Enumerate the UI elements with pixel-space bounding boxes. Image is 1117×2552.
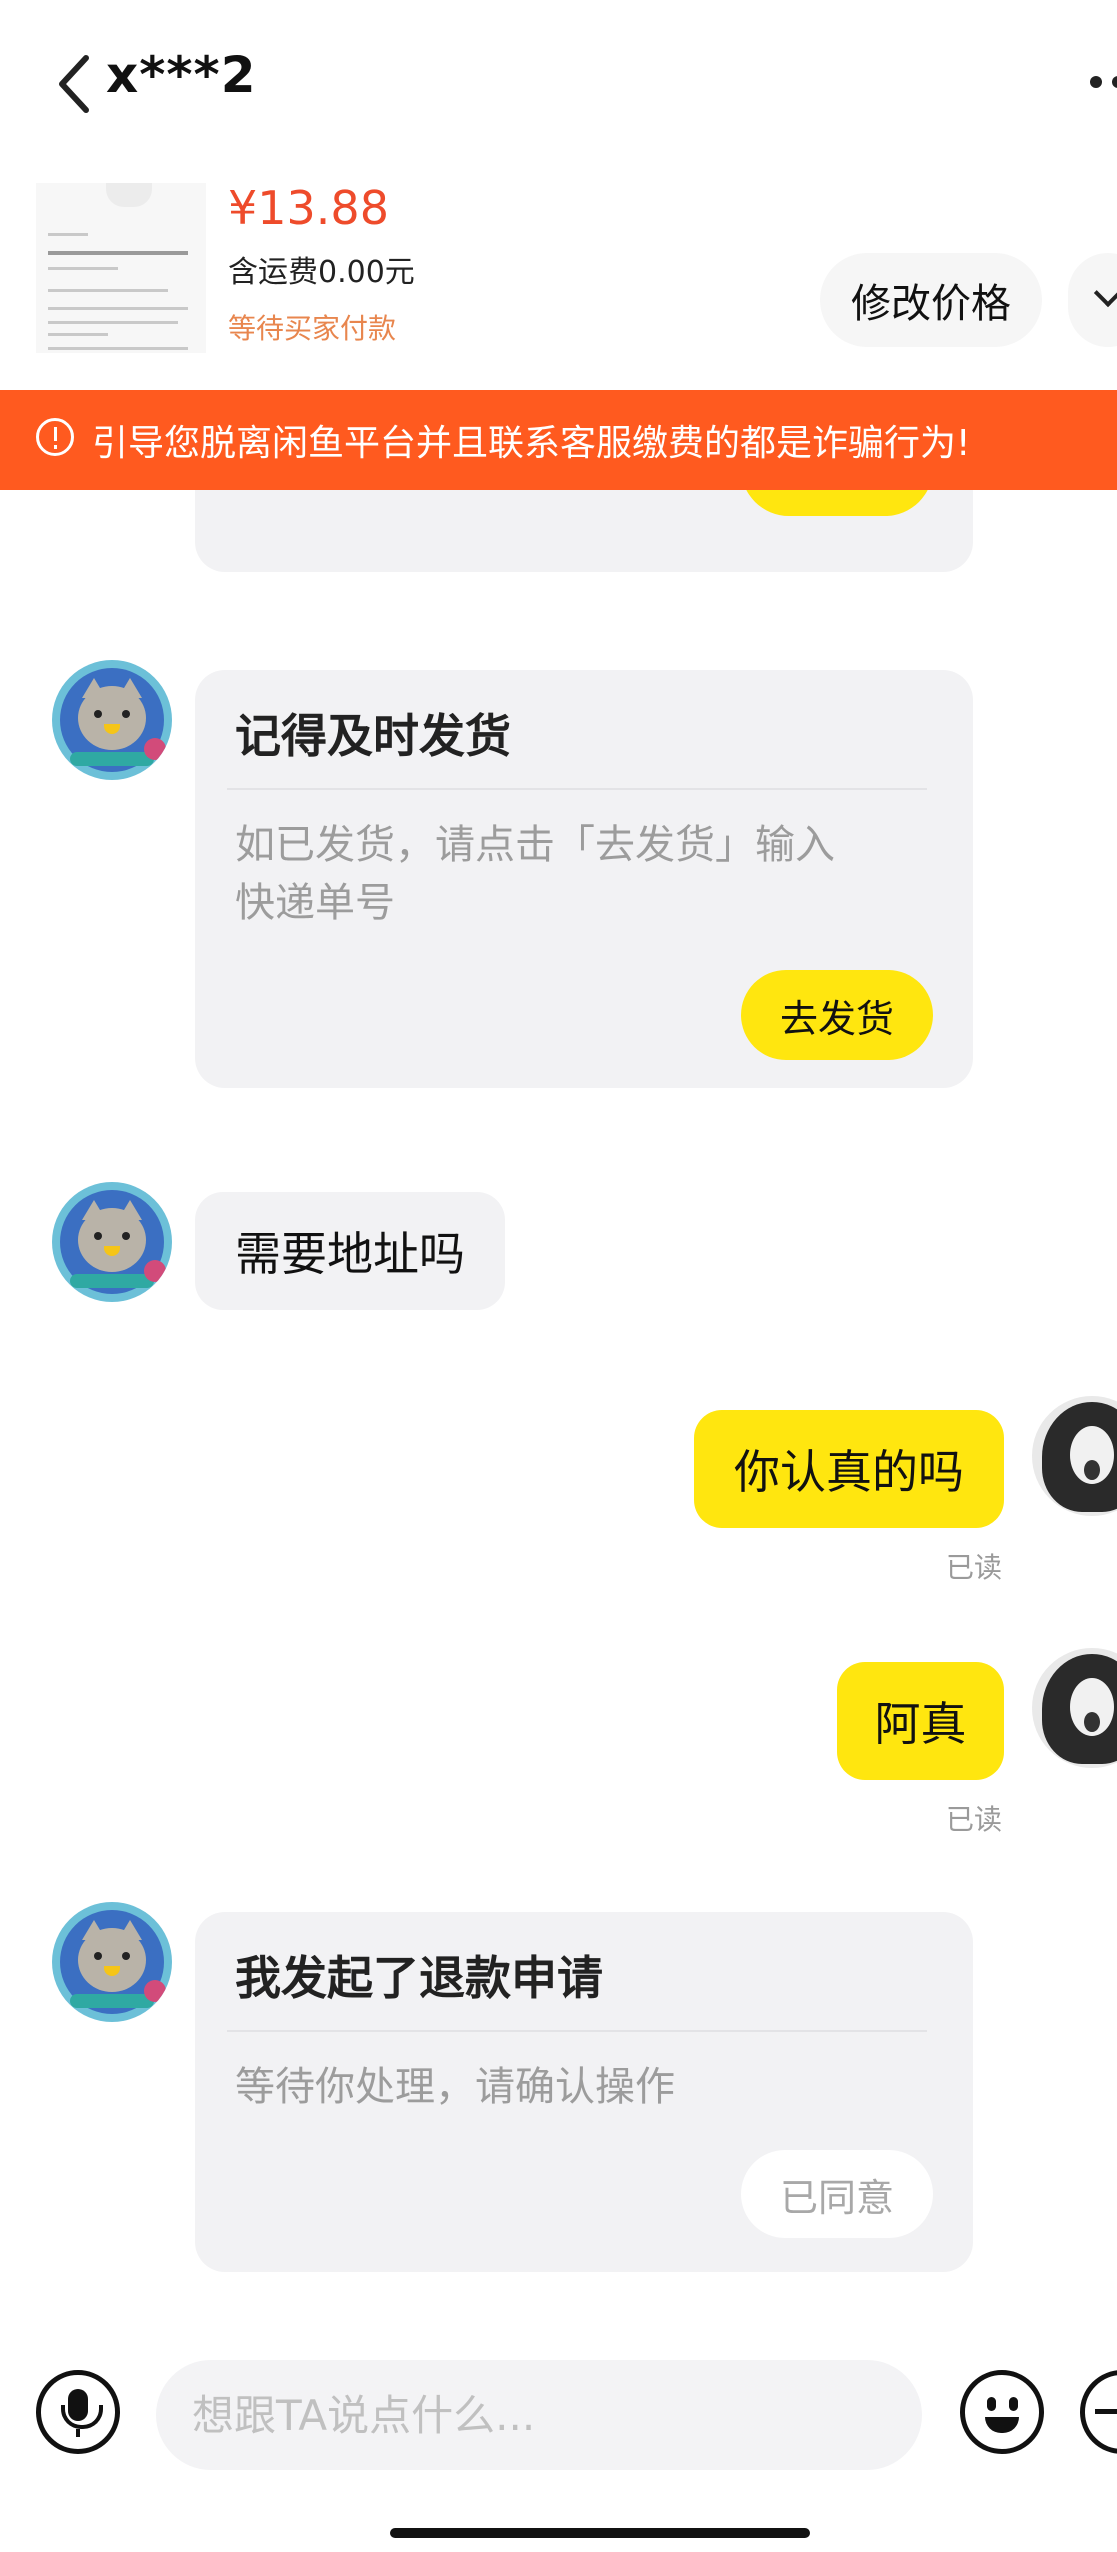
read-status: 已读 — [946, 1551, 1003, 1584]
more-actions-button[interactable] — [1080, 2370, 1117, 2454]
order-status: 等待买家付款 — [228, 312, 397, 345]
ship-reminder-card-partial: 去发货 — [195, 490, 973, 572]
ship-reminder-card: 记得及时发货 如已发货，请点击「去发货」输入 快递单号 去发货 — [195, 670, 973, 1088]
order-price: ¥13.88 — [228, 181, 389, 235]
edit-price-button[interactable]: 修改价格 — [820, 253, 1042, 347]
chat-messages[interactable]: 去发货 记得及时发货 如已发货，请点击「去发货」输入 快递单号 去发货 需要地址… — [0, 490, 1117, 2352]
home-indicator — [390, 2528, 810, 2538]
card-divider — [227, 788, 927, 790]
refund-card-title: 我发起了退款申请 — [235, 1951, 603, 2005]
chat-header: x***2 — [0, 0, 1117, 165]
agreed-button[interactable]: 已同意 — [741, 2150, 933, 2238]
seller-avatar[interactable] — [52, 660, 172, 780]
warning-text: 引导您脱离闲鱼平台并且联系客服缴费的都是诈骗行为! — [92, 423, 971, 464]
read-status: 已读 — [946, 1803, 1003, 1836]
ship-card-body-line1: 如已发货，请点击「去发货」输入 — [235, 822, 835, 868]
more-button[interactable] — [1090, 70, 1117, 94]
refund-request-card: 我发起了退款申请 等待你处理，请确认操作 已同意 — [195, 1912, 973, 2272]
card-divider — [227, 2030, 927, 2032]
shipping-fee: 含运费0.00元 — [228, 255, 415, 290]
my-avatar[interactable] — [1032, 1648, 1117, 1768]
message-input[interactable] — [156, 2360, 922, 2470]
emoji-button[interactable] — [960, 2370, 1044, 2454]
seller-avatar[interactable] — [52, 1182, 172, 1302]
plus-circle-icon — [1095, 2409, 1117, 2414]
ship-card-body-line2: 快递单号 — [235, 880, 395, 926]
voice-button[interactable] — [36, 2370, 120, 2454]
ship-button[interactable]: 去发货 — [741, 970, 933, 1060]
ship-button-partial[interactable]: 去发货 — [741, 490, 933, 516]
product-thumbnail[interactable] — [36, 183, 206, 353]
chevron-left-icon — [59, 55, 89, 113]
message-bubble-sent[interactable]: 阿真 — [837, 1662, 1004, 1780]
chevron-down-icon — [1093, 278, 1117, 308]
back-button[interactable] — [52, 52, 96, 116]
ship-card-title: 记得及时发货 — [235, 709, 511, 763]
message-bubble-sent[interactable]: 你认真的吗 — [694, 1410, 1004, 1528]
my-avatar[interactable] — [1032, 1396, 1117, 1516]
message-bubble-received[interactable]: 需要地址吗 — [195, 1192, 505, 1310]
refund-card-body: 等待你处理，请确认操作 — [235, 2064, 675, 2110]
input-bar — [0, 2352, 1117, 2552]
chat-title: x***2 — [106, 46, 257, 104]
alert-circle-icon — [36, 418, 74, 456]
fraud-warning-banner: 引导您脱离闲鱼平台并且联系客服缴费的都是诈骗行为! — [0, 390, 1117, 490]
order-card[interactable]: ¥13.88 含运费0.00元 等待买家付款 修改价格 — [0, 165, 1117, 390]
seller-avatar[interactable] — [52, 1902, 172, 2022]
order-more-button[interactable] — [1068, 253, 1117, 347]
